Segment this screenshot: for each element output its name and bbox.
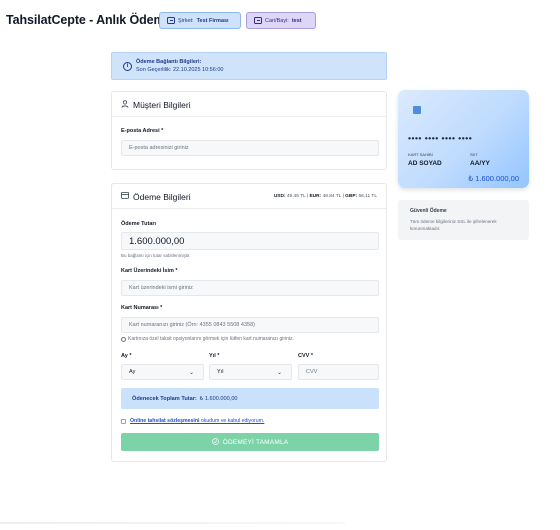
terms-link[interactable]: Online tahsilat sözleşmesini okudum ve k… [130, 418, 264, 424]
email-field[interactable]: E-posta adresinizi giriniz [121, 140, 379, 156]
cvv-label: CVV * [298, 353, 313, 359]
rate-eur: 48.84 TL [322, 194, 342, 199]
company-label: Şirket: [178, 17, 194, 24]
link-info-alert: i Ödeme Bağlantı Bilgileri: Son Geçerlil… [111, 52, 387, 80]
card-preview-expiry-label: SKT [470, 152, 478, 157]
link-info-validity: Son Geçerlilik: 22.10.2025 10:56:00 [136, 67, 224, 73]
credit-card-preview: •••• •••• •••• •••• KART SAHİBİ AD SOYAD… [398, 90, 529, 188]
rate-usd-label: USD: [273, 194, 286, 199]
complete-payment-label: ÖDEMEYİ TAMAMLA [222, 438, 289, 446]
exchange-rates: USD: 45.45 TL | EUR: 48.84 TL | GBP: 56.… [273, 194, 378, 199]
chevron-down-icon: ⌄ [276, 370, 282, 376]
year-select[interactable]: Yıl ⌄ [209, 364, 292, 380]
card-number-field[interactable]: Kart numaranızı giriniz (Örn: 4355 0843 … [121, 317, 379, 333]
total-value: ₺ 1.600.000,00 [199, 395, 238, 402]
rate-gbp: 56.11 TL [358, 194, 378, 199]
company-value: Test Firması [196, 17, 229, 24]
installment-hint: Kartınıza özel taksit opsiyonlarını görm… [121, 336, 294, 342]
terms-row: Online tahsilat sözleşmesini okudum ve k… [121, 417, 264, 425]
amount-hint: Bu bağlantı için tutar sabitlenmiştir. [121, 253, 191, 258]
year-label: Yıl * [209, 353, 220, 359]
card-preview-holder: AD SOYAD [408, 160, 442, 167]
card-preview-amount: ₺ 1.600.000,00 [468, 174, 519, 183]
complete-payment-button[interactable]: ÖDEMEYİ TAMAMLA [121, 433, 379, 451]
card-preview-number: •••• •••• •••• •••• [408, 133, 473, 143]
card-holder-label: Kart Üzerindeki İsim * [121, 268, 178, 274]
card-preview-expiry: AA/YY [470, 160, 490, 167]
top-bar: TahsilatCepte - Anlık Ödeme Şirket: Test… [0, 0, 560, 40]
cvv-field[interactable]: CVV [298, 364, 379, 380]
bottom-divider [0, 522, 345, 524]
dealer-badge: Cari/Bayi: test [246, 12, 316, 29]
installment-hint-text: Kartınıza özel taksit opsiyonlarını görm… [128, 336, 294, 342]
terms-checkbox[interactable] [121, 418, 126, 424]
total-label: Ödenecek Toplam Tutar: [132, 395, 197, 402]
customer-card-header: Müşteri Bilgileri [112, 92, 386, 117]
payment-info-card: Ödeme Bilgileri USD: 45.45 TL | EUR: 48.… [111, 183, 387, 462]
payment-card-title: Ödeme Bilgileri [133, 192, 191, 202]
dealer-label: Cari/Bayi: [265, 17, 289, 24]
amount-field: 1.600.000,00 [121, 232, 379, 250]
building-icon [167, 17, 175, 24]
link-info-title: Ödeme Bağlantı Bilgileri: [136, 59, 202, 65]
rate-gbp-label: GBP: [345, 194, 358, 199]
secure-payment-box: Güvenli Ödeme Tüm ödeme bilgileriniz SSL… [398, 200, 529, 240]
customer-card-title: Müşteri Bilgileri [133, 100, 191, 110]
id-card-icon [254, 17, 262, 24]
info-icon: i [123, 62, 132, 71]
year-value: Yıl [217, 369, 224, 375]
card-number-label: Kart Numarası * [121, 305, 163, 311]
rate-usd: 45.45 TL [286, 194, 306, 199]
terms-link-bold: Online tahsilat sözleşmesini [130, 418, 200, 424]
terms-link-rest: okudum ve kabul ediyorum. [199, 418, 265, 424]
check-circle-icon [211, 437, 219, 447]
card-preview-holder-label: KART SAHİBİ [408, 152, 433, 157]
amount-label: Ödeme Tutarı [121, 221, 157, 227]
customer-info-card: Müşteri Bilgileri E-posta Adresi * E-pos… [111, 91, 387, 170]
chevron-down-icon: ⌄ [188, 370, 194, 376]
payment-card-header: Ödeme Bilgileri USD: 45.45 TL | EUR: 48.… [112, 184, 386, 209]
email-label: E-posta Adresi * [121, 128, 164, 134]
rate-eur-label: EUR: [309, 194, 322, 199]
card-holder-field[interactable]: Kart üzerindeki ismi giriniz [121, 280, 379, 296]
month-label: Ay * [121, 353, 132, 359]
total-amount-bar: Ödenecek Toplam Tutar: ₺ 1.600.000,00 [121, 388, 379, 409]
page-title: TahsilatCepte - Anlık Ödeme [6, 13, 172, 27]
credit-card-icon [121, 192, 129, 201]
card-chip-icon [413, 106, 421, 114]
user-icon [121, 100, 129, 110]
secure-payment-title: Güvenli Ödeme [410, 208, 447, 214]
company-badge: Şirket: Test Firması [159, 12, 241, 29]
info-icon [121, 336, 126, 342]
dealer-value: test [291, 17, 302, 24]
secure-payment-text: Tüm ödeme bilgileriniz SSL ile şifrelene… [410, 219, 497, 231]
month-value: Ay [129, 369, 136, 375]
month-select[interactable]: Ay ⌄ [121, 364, 204, 380]
